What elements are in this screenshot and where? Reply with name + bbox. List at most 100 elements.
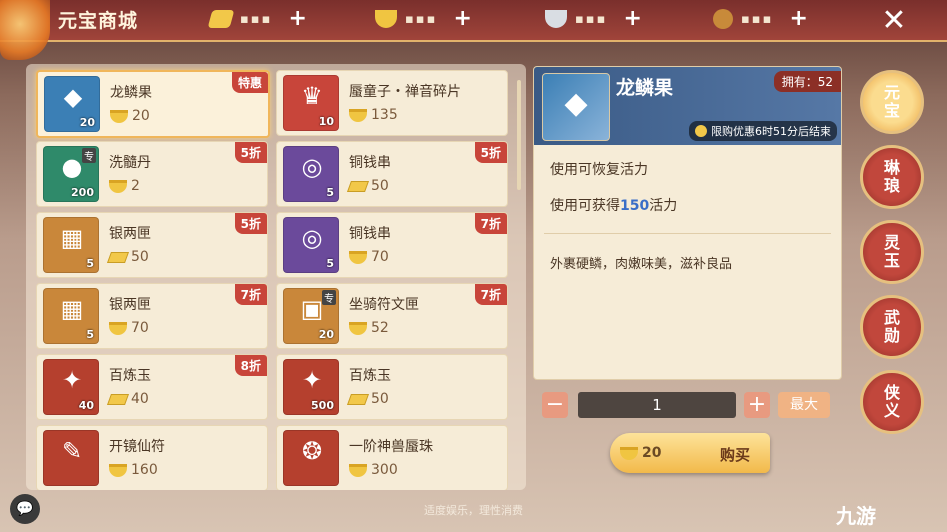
gold-ingot-icon bbox=[349, 463, 367, 477]
buy-price-value: 20 bbox=[642, 445, 662, 461]
pinecone-fruit-icon: ◆ bbox=[63, 83, 83, 111]
item-list[interactable]: ◆ 20 龙鳞果 20 特惠 ♛ 10 蜃童子・禅音碎片 135 ● 专 200 洗髓丹… bbox=[26, 64, 526, 490]
watermark-logo: 九游 bbox=[836, 504, 876, 528]
currency-copper-coin: ▪▪▪ + bbox=[713, 8, 808, 30]
silver-chest-icon: ▦ bbox=[60, 295, 84, 323]
add-currency-button[interactable]: + bbox=[453, 8, 471, 30]
exclusive-tag: 专 bbox=[322, 290, 336, 305]
list-item[interactable]: ▦ 5 银两匣 70 7折 bbox=[36, 283, 268, 349]
tab-wuxun[interactable]: 武勋 bbox=[860, 295, 924, 359]
quantity-input[interactable]: 1 bbox=[578, 392, 736, 418]
discount-badge: 8折 bbox=[234, 355, 267, 376]
silver-ingot-icon bbox=[545, 10, 567, 28]
buy-button[interactable]: 20 购买 bbox=[610, 433, 770, 473]
item-quantity: 500 bbox=[311, 399, 334, 412]
item-thumbnail: ❂ bbox=[283, 430, 339, 486]
buy-price: 20 bbox=[620, 445, 661, 461]
list-scrollbar[interactable] bbox=[517, 80, 521, 190]
tab-linlang[interactable]: 琳琅 bbox=[860, 145, 924, 209]
item-thumbnail: ✎ bbox=[43, 430, 99, 486]
item-thumbnail: ◎ 5 bbox=[283, 217, 339, 273]
timer-text: 限购优惠6时51分后结束 bbox=[711, 125, 831, 138]
price-value: 20 bbox=[132, 108, 150, 124]
discount-badge: 5折 bbox=[474, 142, 507, 163]
add-currency-button[interactable]: + bbox=[288, 8, 306, 30]
item-name: 银两匣 bbox=[109, 297, 151, 313]
close-button[interactable]: ✕ bbox=[876, 3, 912, 39]
item-name: 百炼玉 bbox=[109, 368, 151, 384]
item-quantity: 40 bbox=[78, 399, 94, 412]
list-item[interactable]: ◆ 20 龙鳞果 20 特惠 bbox=[36, 70, 270, 138]
currency-gold-bar: ▪▪▪ + bbox=[207, 8, 307, 30]
divider bbox=[544, 233, 831, 234]
item-thumbnail: ▣ 专 20 bbox=[283, 288, 339, 344]
tab-lingyu[interactable]: 灵玉 bbox=[860, 220, 924, 284]
item-thumbnail: ◎ 5 bbox=[283, 146, 339, 202]
list-item[interactable]: ✦ 40 百炼玉 40 8折 bbox=[36, 354, 268, 420]
price-value: 70 bbox=[371, 249, 389, 265]
item-name: 一阶神兽蜃珠 bbox=[349, 439, 433, 455]
list-item[interactable]: ✎ 开镜仙符 160 bbox=[36, 425, 268, 490]
effect-value: 150 bbox=[620, 198, 650, 214]
item-thumbnail: ▦ 5 bbox=[43, 217, 99, 273]
currency-gold-ingot: ▪▪▪ + bbox=[375, 8, 472, 30]
item-name: 铜钱串 bbox=[349, 155, 391, 171]
list-item[interactable]: ♛ 10 蜃童子・禅音碎片 135 bbox=[276, 70, 508, 136]
increase-quantity-button[interactable]: + bbox=[744, 392, 770, 418]
copper-coin-icon bbox=[713, 9, 733, 29]
detail-effect-2: 使用可获得150活力 bbox=[550, 195, 677, 215]
item-name: 铜钱串 bbox=[349, 226, 391, 242]
item-detail-panel: ◆ 龙鳞果 拥有：52 限购优惠6时51分后结束 使用可恢复活力 使用可获得15… bbox=[533, 66, 842, 380]
item-name: 蜃童子・禅音碎片 bbox=[349, 84, 461, 100]
price-value: 50 bbox=[371, 178, 389, 194]
add-currency-button[interactable]: + bbox=[789, 8, 807, 30]
price-value: 70 bbox=[131, 320, 149, 336]
item-quantity: 10 bbox=[318, 115, 334, 128]
list-item[interactable]: ◎ 5 铜钱串 50 5折 bbox=[276, 141, 508, 207]
add-currency-button[interactable]: + bbox=[623, 8, 641, 30]
crystal-jade-icon: ✦ bbox=[301, 366, 323, 394]
price-value: 52 bbox=[371, 320, 389, 336]
currency-amount: ▪▪▪ bbox=[240, 11, 273, 27]
list-item[interactable]: ◎ 5 铜钱串 70 7折 bbox=[276, 212, 508, 278]
page-title: 元宝商城 bbox=[58, 10, 139, 32]
gold-ingot-icon bbox=[109, 179, 127, 193]
item-name: 开镜仙符 bbox=[109, 439, 165, 455]
crystal-jade-icon: ✦ bbox=[61, 366, 83, 394]
item-name: 洗髓丹 bbox=[109, 155, 151, 171]
buy-label: 购买 bbox=[719, 446, 750, 464]
price-value: 50 bbox=[131, 249, 149, 265]
price-value: 2 bbox=[131, 178, 140, 194]
limited-offer-timer: 限购优惠6时51分后结束 bbox=[689, 121, 837, 141]
list-item[interactable]: ▦ 5 银两匣 50 5折 bbox=[36, 212, 268, 278]
detail-item-name: 龙鳞果 bbox=[616, 77, 674, 99]
list-item[interactable]: ● 专 200 洗髓丹 2 5折 bbox=[36, 141, 268, 207]
decrease-quantity-button[interactable]: − bbox=[542, 392, 568, 418]
list-item[interactable]: ▣ 专 20 坐骑符文匣 52 7折 bbox=[276, 283, 508, 349]
tab-yuanbao[interactable]: 元宝 bbox=[860, 70, 924, 134]
list-item[interactable]: ❂ 一阶神兽蜃珠 300 bbox=[276, 425, 508, 490]
effect-suffix: 活力 bbox=[649, 198, 678, 214]
item-quantity: 200 bbox=[71, 186, 94, 199]
item-quantity: 5 bbox=[86, 257, 94, 270]
item-thumbnail: ✦ 40 bbox=[43, 359, 99, 415]
discount-badge: 5折 bbox=[234, 142, 267, 163]
character-shard-icon: ♛ bbox=[301, 82, 323, 110]
gold-bar-icon bbox=[106, 251, 130, 263]
price-value: 50 bbox=[371, 391, 389, 407]
gold-ingot-icon bbox=[110, 109, 128, 123]
item-quantity: 5 bbox=[326, 257, 334, 270]
list-item[interactable]: ✦ 500 百炼玉 50 bbox=[276, 354, 508, 420]
tab-label: 元宝 bbox=[883, 83, 900, 120]
item-quantity: 5 bbox=[86, 328, 94, 341]
owned-count: 拥有：52 bbox=[773, 71, 841, 92]
currency-silver-ingot: ▪▪▪ + bbox=[545, 8, 642, 30]
lantern-decoration bbox=[0, 0, 50, 60]
item-price: 160 bbox=[109, 462, 158, 478]
currency-amount: ▪▪▪ bbox=[575, 11, 608, 27]
item-price: 50 bbox=[346, 178, 389, 194]
max-quantity-button[interactable]: 最大 bbox=[778, 392, 830, 418]
item-name: 坐骑符文匣 bbox=[349, 297, 419, 313]
tab-xiayi[interactable]: 侠义 bbox=[860, 370, 924, 434]
item-price: 20 bbox=[110, 108, 150, 124]
